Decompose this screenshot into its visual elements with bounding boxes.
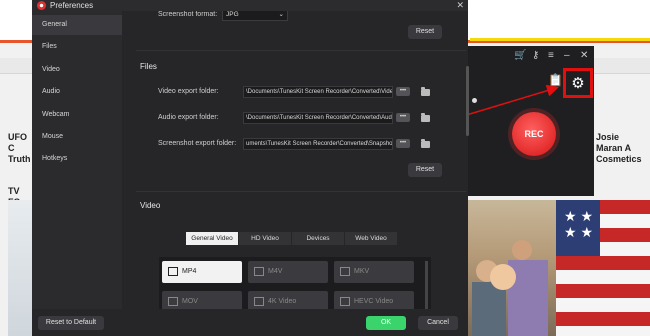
tab-devices[interactable]: Devices bbox=[292, 232, 344, 245]
dialog-footer: Reset to Default OK Cancel bbox=[32, 309, 468, 336]
audio-export-folder-label: Audio export folder: bbox=[158, 114, 219, 121]
format-option-hevc-video[interactable]: HEVC Video bbox=[334, 291, 414, 309]
browse-audio-folder-button[interactable]: ••• bbox=[396, 113, 410, 122]
app-logo-icon bbox=[37, 1, 46, 10]
sidebar-item-audio[interactable]: Audio bbox=[32, 82, 122, 102]
tab-general-video[interactable]: General Video bbox=[186, 232, 238, 245]
folder-icon[interactable] bbox=[421, 87, 430, 96]
reset-screenshot-button[interactable]: Reset bbox=[408, 25, 442, 39]
sidebar-item-hotkeys[interactable]: Hotkeys bbox=[32, 149, 122, 169]
divider bbox=[136, 50, 466, 51]
format-option-mov[interactable]: MOV bbox=[162, 291, 242, 309]
sidebar-item-general[interactable]: General bbox=[32, 15, 122, 35]
browse-screenshot-folder-button[interactable]: ••• bbox=[396, 139, 410, 148]
format-label: MP4 bbox=[182, 268, 197, 275]
screenshot-export-folder-field[interactable]: uments\TunesKit Screen Recorder\Converte… bbox=[243, 138, 393, 150]
format-label: MKV bbox=[354, 268, 370, 275]
screenshot-format-select[interactable]: JPG ⌄ bbox=[222, 11, 288, 21]
film-icon bbox=[254, 297, 264, 306]
folder-icon[interactable] bbox=[421, 139, 430, 148]
video-section-title: Video bbox=[140, 201, 161, 210]
sidebar-item-video[interactable]: Video bbox=[32, 60, 122, 80]
preferences-content: Screenshot format: JPG ⌄ Reset Files Vid… bbox=[122, 11, 468, 309]
format-option-m4v[interactable]: M4V bbox=[248, 261, 328, 283]
format-label: MOV bbox=[182, 298, 198, 305]
tab-hd-video[interactable]: HD Video bbox=[239, 232, 291, 245]
video-category-tabs: General Video HD Video Devices Web Video bbox=[186, 232, 398, 245]
audio-export-folder-field[interactable]: \Documents\TunesKit Screen Recorder\Conv… bbox=[243, 112, 393, 124]
reset-to-default-button[interactable]: Reset to Default bbox=[38, 316, 104, 330]
cancel-button[interactable]: Cancel bbox=[418, 316, 458, 330]
format-option-mp4[interactable]: MP4 bbox=[162, 261, 242, 283]
format-scrollbar[interactable] bbox=[425, 261, 428, 309]
sidebar-item-files[interactable]: Files bbox=[32, 37, 122, 57]
chevron-down-icon: ⌄ bbox=[278, 11, 284, 18]
format-option-mkv[interactable]: MKV bbox=[334, 261, 414, 283]
divider bbox=[136, 191, 466, 192]
dialog-titlebar: Preferences ✕ bbox=[32, 0, 468, 11]
film-icon bbox=[168, 267, 178, 276]
sidebar-item-mouse[interactable]: Mouse bbox=[32, 127, 122, 147]
screenshot-format-label: Screenshot format: bbox=[158, 11, 218, 18]
tab-web-video[interactable]: Web Video bbox=[345, 232, 397, 245]
preferences-dialog: Preferences ✕ General Files Video Audio … bbox=[32, 0, 469, 336]
format-label: M4V bbox=[268, 268, 283, 275]
format-option-4k-video[interactable]: 4K Video bbox=[248, 291, 328, 309]
format-label: HEVC Video bbox=[354, 298, 394, 305]
film-icon bbox=[340, 297, 350, 306]
ok-button[interactable]: OK bbox=[366, 316, 406, 330]
folder-icon[interactable] bbox=[421, 113, 430, 122]
reset-files-button[interactable]: Reset bbox=[408, 163, 442, 177]
film-icon bbox=[340, 267, 350, 276]
browse-video-folder-button[interactable]: ••• bbox=[396, 87, 410, 96]
sidebar-item-webcam[interactable]: Webcam bbox=[32, 105, 122, 125]
close-icon[interactable]: ✕ bbox=[456, 0, 464, 11]
video-export-folder-label: Video export folder: bbox=[158, 88, 219, 95]
video-export-folder-field[interactable]: \Documents\TunesKit Screen Recorder\Conv… bbox=[243, 86, 393, 98]
screenshot-format-value: JPG bbox=[226, 11, 239, 18]
screenshot-export-folder-label: Screenshot export folder: bbox=[158, 140, 237, 147]
video-format-grid: MP4 M4V MKV MOV 4K Video HEVC Video bbox=[159, 257, 431, 309]
film-icon bbox=[254, 267, 264, 276]
dialog-title: Preferences bbox=[50, 1, 94, 10]
format-label: 4K Video bbox=[268, 298, 297, 305]
preferences-sidebar: General Files Video Audio Webcam Mouse H… bbox=[32, 11, 122, 309]
content-scrollbar[interactable] bbox=[466, 66, 469, 136]
film-icon bbox=[168, 297, 178, 306]
files-section-title: Files bbox=[140, 62, 157, 71]
